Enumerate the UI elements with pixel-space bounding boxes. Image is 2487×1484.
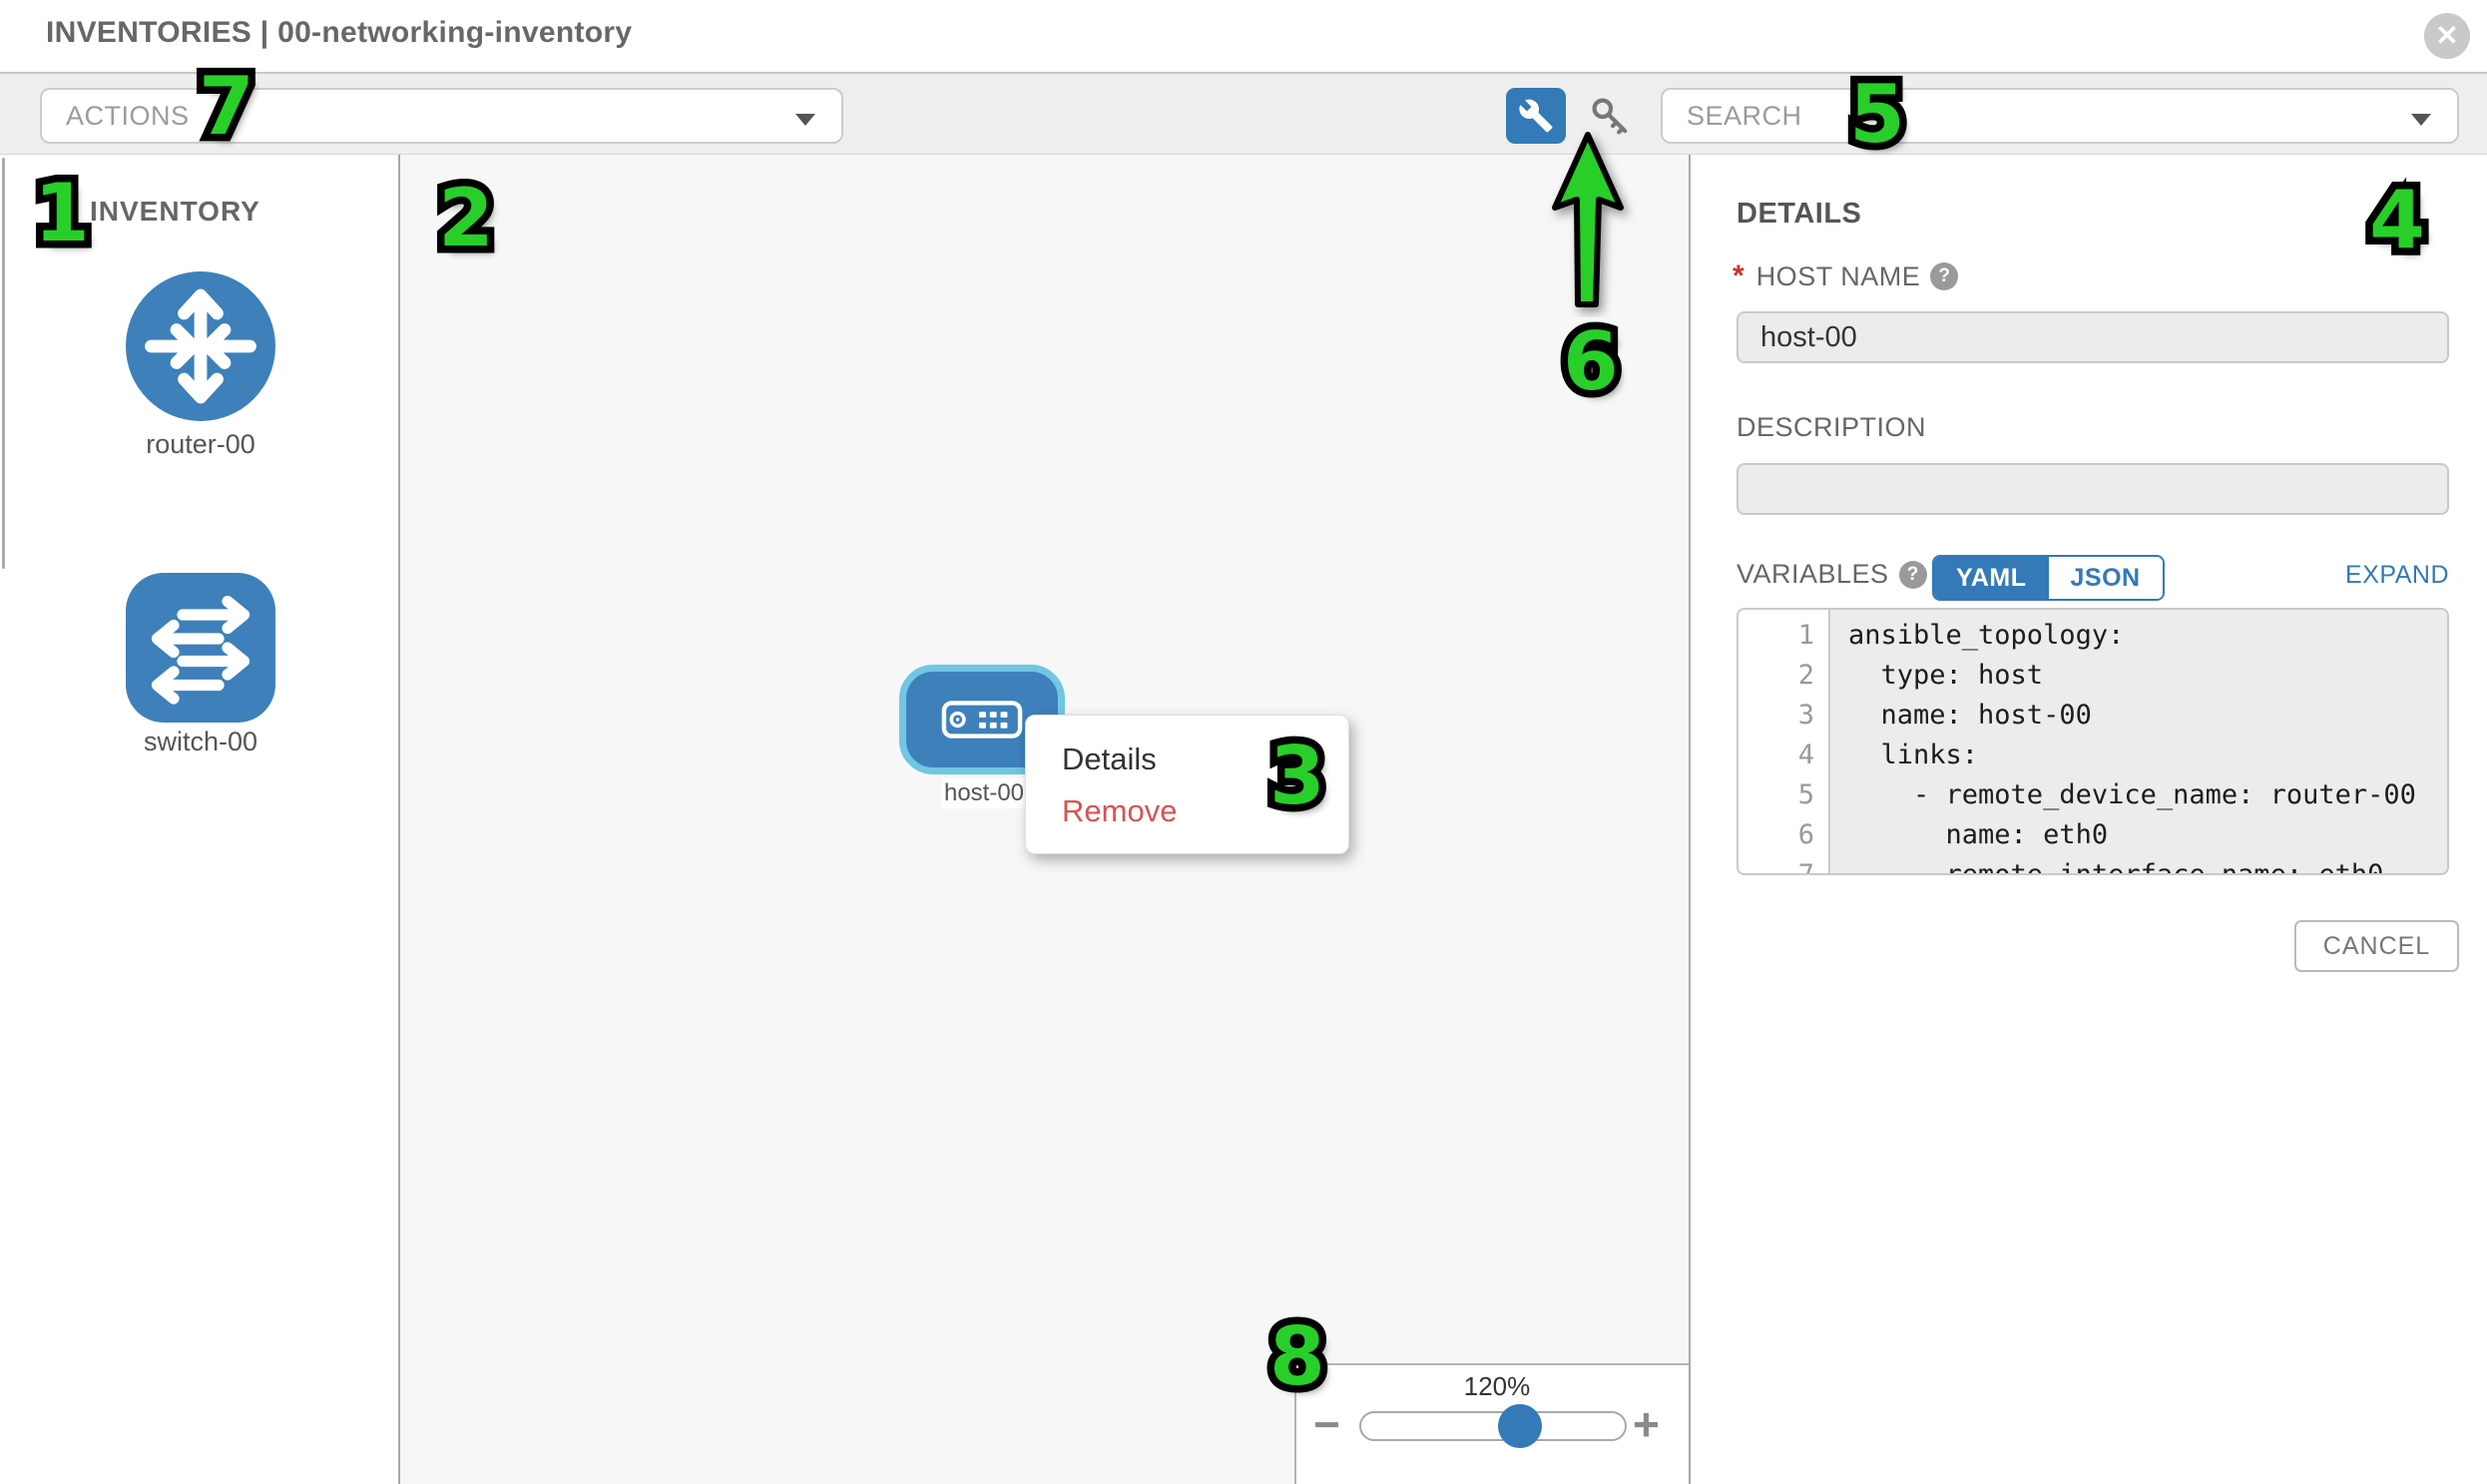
tools-button[interactable]: [1506, 88, 1566, 144]
host-name-label: HOST NAME: [1756, 261, 1921, 292]
palette-item-router-label: router-00: [126, 429, 275, 460]
context-menu: Details Remove: [1025, 715, 1349, 854]
help-icon[interactable]: ?: [1930, 262, 1958, 290]
editor-lines: 1 ansible_topology: 2 type: host 3 name:…: [1739, 616, 2447, 875]
context-menu-item-details[interactable]: Details: [1062, 734, 1348, 785]
host-name-input[interactable]: [1737, 311, 2449, 363]
host-name-label-row: * HOST NAME ?: [1733, 259, 1958, 293]
chevron-down-icon: [795, 114, 815, 126]
expand-link[interactable]: EXPAND: [2325, 561, 2449, 590]
inventory-panel-title: INVENTORY: [90, 196, 309, 228]
wrench-icon: [1518, 98, 1554, 134]
router-icon: [126, 271, 275, 421]
key-button[interactable]: [1586, 92, 1634, 140]
zoom-slider-thumb[interactable]: [1498, 1404, 1542, 1448]
search-dropdown[interactable]: SEARCH: [1661, 88, 2459, 144]
context-menu-item-remove[interactable]: Remove: [1062, 785, 1348, 837]
palette-item-switch-label: switch-00: [126, 727, 275, 757]
description-label: DESCRIPTION: [1737, 412, 1926, 443]
actions-dropdown[interactable]: ACTIONS: [40, 88, 843, 144]
chevron-down-icon: [2411, 114, 2431, 126]
palette-item-router[interactable]: [126, 271, 275, 421]
palette-item-switch[interactable]: [126, 573, 275, 723]
search-dropdown-label: SEARCH: [1663, 101, 1802, 132]
page-title: INVENTORIES | 00-networking-inventory: [46, 16, 632, 50]
editor-line: 7 remote_interface_name: eth0: [1739, 855, 2447, 875]
actions-dropdown-label: ACTIONS: [42, 101, 190, 132]
variables-label-row: VARIABLES ?: [1737, 559, 1927, 590]
details-panel-title: DETAILS: [1737, 198, 1861, 231]
zoom-level-value: 120%: [1437, 1371, 1557, 1402]
editor-line: 3 name: host-00: [1739, 696, 2447, 736]
variables-label: VARIABLES: [1737, 559, 1889, 590]
description-input[interactable]: [1737, 463, 2449, 515]
sidebar-scrollbar[interactable]: [2, 158, 5, 569]
variables-format-toggle: YAML JSON: [1932, 555, 2165, 601]
key-icon: [1586, 92, 1634, 140]
zoom-slider[interactable]: [1359, 1411, 1627, 1441]
switch-icon: [126, 573, 275, 723]
yaml-toggle-button[interactable]: YAML: [1934, 557, 2049, 599]
zoom-in-button[interactable]: +: [1633, 1397, 1660, 1451]
toolbar: ACTIONS SEARCH: [0, 72, 2487, 155]
editor-line: 6 name: eth0: [1739, 815, 2447, 855]
editor-line: 1 ansible_topology:: [1739, 616, 2447, 656]
json-toggle-button[interactable]: JSON: [2049, 557, 2163, 599]
variables-editor[interactable]: 1 ansible_topology: 2 type: host 3 name:…: [1737, 608, 2449, 875]
zoom-out-button[interactable]: −: [1313, 1397, 1340, 1451]
description-label-row: DESCRIPTION: [1737, 412, 1926, 443]
close-icon[interactable]: ✕: [2424, 13, 2470, 59]
editor-line: 2 type: host: [1739, 656, 2447, 696]
help-icon[interactable]: ?: [1899, 561, 1927, 589]
editor-line: 5 - remote_device_name: router-00: [1739, 775, 2447, 815]
editor-line: 4 links:: [1739, 736, 2447, 775]
host-icon: [941, 700, 1023, 740]
host-node-label: host-00: [942, 778, 1026, 808]
cancel-button[interactable]: CANCEL: [2294, 920, 2459, 972]
required-marker: *: [1733, 259, 1744, 293]
